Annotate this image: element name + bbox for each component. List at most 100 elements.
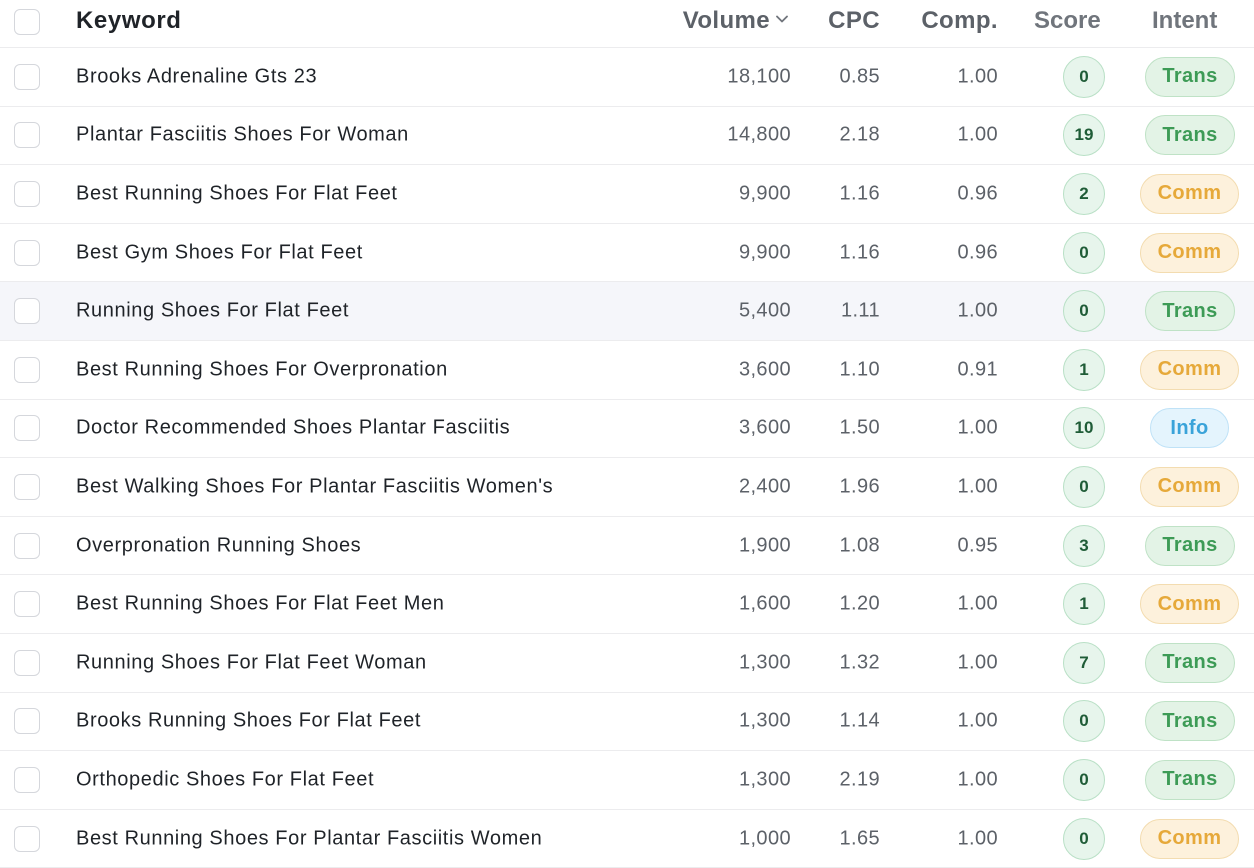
volume-cell: 18,100 bbox=[727, 65, 791, 88]
score-badge: 0 bbox=[1063, 817, 1105, 860]
row-checkbox[interactable] bbox=[14, 825, 40, 852]
comp-cell: 1.00 bbox=[957, 709, 998, 732]
keyword-cell[interactable]: Doctor Recommended Shoes Plantar Fasciit… bbox=[76, 417, 510, 440]
score-badge: 19 bbox=[1063, 114, 1105, 157]
score-badge: 7 bbox=[1063, 641, 1105, 684]
cpc-cell: 1.14 bbox=[839, 709, 880, 732]
keyword-cell[interactable]: Plantar Fasciitis Shoes For Woman bbox=[76, 124, 409, 147]
keyword-cell[interactable]: Running Shoes For Flat Feet Woman bbox=[76, 651, 427, 674]
table-row[interactable]: Best Gym Shoes For Flat Feet 9,900 1.16 0.9… bbox=[0, 224, 1254, 283]
cpc-cell: 1.16 bbox=[839, 182, 880, 205]
intent-badge: Trans bbox=[1145, 525, 1235, 566]
intent-badge: Trans bbox=[1145, 56, 1235, 97]
header-keyword[interactable]: Keyword bbox=[76, 7, 182, 35]
table-row[interactable]: Best Running Shoes For Plantar Fasciitis… bbox=[0, 810, 1254, 868]
table-row[interactable]: Running Shoes For Flat Feet Woman 1,300 1.… bbox=[0, 634, 1254, 693]
cpc-cell: 1.50 bbox=[839, 416, 880, 439]
row-checkbox[interactable] bbox=[14, 473, 40, 500]
table-header: Keyword Volume CPC Comp. Score Intent bbox=[0, 0, 1254, 48]
intent-badge: Trans bbox=[1145, 701, 1235, 742]
cpc-cell: 1.10 bbox=[839, 358, 880, 381]
score-badge: 0 bbox=[1063, 55, 1105, 98]
row-checkbox[interactable] bbox=[14, 708, 40, 735]
row-checkbox[interactable] bbox=[14, 63, 40, 90]
keyword-cell[interactable]: Best Running Shoes For Plantar Fasciitis… bbox=[76, 827, 542, 850]
cpc-cell: 2.18 bbox=[839, 123, 880, 146]
volume-cell: 9,900 bbox=[738, 182, 791, 205]
comp-cell: 1.00 bbox=[957, 123, 998, 146]
comp-cell: 0.96 bbox=[957, 241, 998, 264]
intent-badge: Trans bbox=[1145, 115, 1235, 156]
table-row[interactable]: Doctor Recommended Shoes Plantar Fasciit… bbox=[0, 400, 1254, 459]
score-badge: 10 bbox=[1063, 407, 1105, 450]
row-checkbox[interactable] bbox=[14, 532, 40, 559]
chevron-down-icon[interactable] bbox=[776, 15, 788, 23]
header-volume-label: Volume bbox=[682, 7, 770, 34]
keyword-cell[interactable]: Running Shoes For Flat Feet bbox=[76, 300, 349, 323]
keyword-cell[interactable]: Best Running Shoes For Flat Feet bbox=[76, 182, 398, 205]
keyword-table: Keyword Volume CPC Comp. Score Intent Br… bbox=[0, 0, 1254, 868]
cpc-cell: 1.65 bbox=[839, 827, 880, 850]
keyword-cell[interactable]: Best Running Shoes For Overpronation bbox=[76, 358, 448, 381]
cpc-cell: 2.19 bbox=[839, 768, 880, 791]
cpc-cell: 1.08 bbox=[839, 534, 880, 557]
header-comp[interactable]: Comp. bbox=[921, 7, 998, 35]
volume-cell: 1,300 bbox=[738, 651, 791, 674]
table-row[interactable]: Overpronation Running Shoes 1,900 1.08 0.95… bbox=[0, 517, 1254, 576]
row-checkbox[interactable] bbox=[14, 122, 40, 149]
cpc-cell: 0.85 bbox=[839, 65, 880, 88]
table-body: Brooks Adrenaline Gts 23 18,100 0.85 1.00 0 T… bbox=[0, 48, 1254, 868]
table-row[interactable]: Running Shoes For Flat Feet 5,400 1.11 1.00… bbox=[0, 282, 1254, 341]
cpc-cell: 1.96 bbox=[839, 475, 880, 498]
row-checkbox[interactable] bbox=[14, 766, 40, 793]
keyword-cell[interactable]: Brooks Running Shoes For Flat Feet bbox=[76, 710, 421, 733]
keyword-cell[interactable]: Best Running Shoes For Flat Feet Men bbox=[76, 593, 444, 616]
keyword-cell[interactable]: Best Walking Shoes For Plantar Fasciitis… bbox=[76, 475, 553, 498]
intent-badge: Comm bbox=[1140, 173, 1239, 214]
score-badge: 1 bbox=[1063, 583, 1105, 626]
keyword-cell[interactable]: Orthopedic Shoes For Flat Feet bbox=[76, 768, 374, 791]
keyword-cell[interactable]: Best Gym Shoes For Flat Feet bbox=[76, 241, 363, 264]
keyword-cell[interactable]: Overpronation Running Shoes bbox=[76, 534, 361, 557]
intent-badge: Trans bbox=[1145, 642, 1235, 683]
row-checkbox[interactable] bbox=[14, 239, 40, 266]
table-row[interactable]: Best Walking Shoes For Plantar Fasciitis… bbox=[0, 458, 1254, 517]
intent-badge: Comm bbox=[1140, 232, 1239, 273]
comp-cell: 0.95 bbox=[957, 534, 998, 557]
header-score[interactable]: Score bbox=[1034, 7, 1101, 35]
score-badge: 1 bbox=[1063, 348, 1105, 391]
table-row[interactable]: Brooks Adrenaline Gts 23 18,100 0.85 1.00 0 T… bbox=[0, 48, 1254, 107]
score-badge: 2 bbox=[1063, 172, 1105, 215]
comp-cell: 1.00 bbox=[957, 768, 998, 791]
table-row[interactable]: Best Running Shoes For Flat Feet Men 1,60… bbox=[0, 575, 1254, 634]
score-badge: 0 bbox=[1063, 290, 1105, 333]
header-volume[interactable]: Volume bbox=[683, 7, 788, 35]
score-badge: 0 bbox=[1063, 231, 1105, 274]
table-row[interactable]: Best Running Shoes For Flat Feet 9,900 1.1… bbox=[0, 165, 1254, 224]
table-row[interactable]: Best Running Shoes For Overpronation 3,60… bbox=[0, 341, 1254, 400]
row-checkbox[interactable] bbox=[14, 591, 40, 618]
intent-badge: Comm bbox=[1140, 584, 1239, 625]
keyword-cell[interactable]: Brooks Adrenaline Gts 23 bbox=[76, 65, 317, 88]
comp-cell: 0.96 bbox=[957, 182, 998, 205]
intent-badge: Comm bbox=[1140, 466, 1239, 507]
comp-cell: 1.00 bbox=[957, 475, 998, 498]
select-all-checkbox[interactable] bbox=[14, 9, 40, 35]
volume-cell: 1,300 bbox=[738, 768, 791, 791]
row-checkbox[interactable] bbox=[14, 298, 40, 325]
row-checkbox[interactable] bbox=[14, 649, 40, 676]
row-checkbox[interactable] bbox=[14, 356, 40, 383]
header-cpc[interactable]: CPC bbox=[828, 7, 880, 35]
volume-cell: 5,400 bbox=[738, 299, 791, 322]
comp-cell: 1.00 bbox=[957, 299, 998, 322]
table-row[interactable]: Plantar Fasciitis Shoes For Woman 14,800 2… bbox=[0, 107, 1254, 166]
row-checkbox[interactable] bbox=[14, 180, 40, 207]
header-intent[interactable]: Intent bbox=[1152, 7, 1217, 35]
table-row[interactable]: Brooks Running Shoes For Flat Feet 1,300 1… bbox=[0, 693, 1254, 752]
volume-cell: 3,600 bbox=[738, 416, 791, 439]
row-checkbox[interactable] bbox=[14, 415, 40, 442]
comp-cell: 1.00 bbox=[957, 651, 998, 674]
table-row[interactable]: Orthopedic Shoes For Flat Feet 1,300 2.19 1… bbox=[0, 751, 1254, 810]
cpc-cell: 1.32 bbox=[839, 651, 880, 674]
volume-cell: 9,900 bbox=[738, 241, 791, 264]
